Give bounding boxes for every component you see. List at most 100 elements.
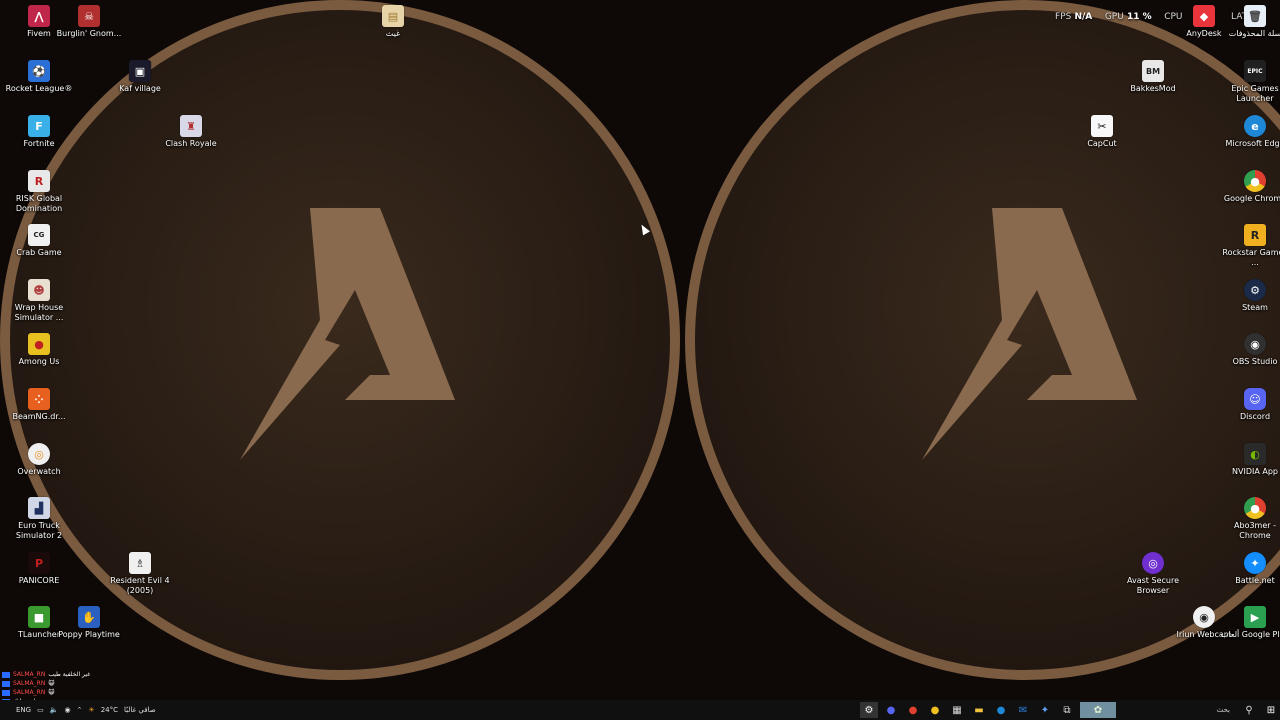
chat-message: 😺 <box>48 680 55 687</box>
panicore-icon: P <box>28 552 50 574</box>
chrome-icon: ● <box>1244 170 1266 192</box>
system-tray: ENG ▭ 🔈 ◉ ⌃ ☀ 24°C صافي غالبًا <box>0 700 156 720</box>
desktop-icon-discord[interactable]: ☺ Discord <box>1220 388 1280 422</box>
chat-username: SALMA_RN <box>13 680 46 687</box>
temperature[interactable]: 24°C <box>101 706 118 714</box>
fps-label: FPS <box>1055 12 1072 22</box>
fivem-icon: ⋀ <box>28 5 50 27</box>
desktop-icon-label: RISK Global Domination <box>15 194 63 213</box>
overwatch-icon: ◎ <box>28 443 50 465</box>
weather-status[interactable]: صافي غالبًا <box>124 706 156 714</box>
desktop-icon-label: Euro Truck Simulator 2 <box>15 521 63 540</box>
taskbar-edge-icon[interactable]: ● <box>992 702 1010 718</box>
risk-icon: R <box>28 170 50 192</box>
desktop-icon-label: Clash Royale <box>165 139 217 148</box>
desktop-icon-obs[interactable]: ◉ OBS Studio <box>1220 333 1280 367</box>
edge-icon: e <box>1244 115 1266 137</box>
record-icon[interactable]: ◉ <box>64 706 70 714</box>
desktop-icon-wrap-house[interactable]: ☻ Wrap House Simulator ... <box>4 279 74 323</box>
desktop-icon-euro-truck[interactable]: ▟ Euro Truck Simulator 2 <box>4 497 74 541</box>
desktop-icon-label: Abo3mer - Chrome <box>1234 521 1276 540</box>
language-indicator[interactable]: ENG <box>16 706 31 714</box>
desktop-icon-label: BeamNG.dr... <box>12 412 66 421</box>
taskbar-mail-icon[interactable]: ✉ <box>1014 702 1032 718</box>
desktop-icon-label: Crab Game <box>16 248 62 257</box>
desktop-wallpaper <box>0 0 1280 700</box>
taskbar-search-input[interactable]: بحث <box>1120 706 1236 714</box>
taskbar-explorer-icon[interactable]: ▬ <box>970 702 988 718</box>
recycle-bin-icon: 🗑 <box>1244 5 1266 27</box>
desktop-icon-nvidia[interactable]: ◐ NVIDIA App <box>1220 443 1280 477</box>
iriun-webcam-icon: ◉ <box>1193 606 1215 628</box>
battlenet-icon: ✦ <box>1244 552 1266 574</box>
network-icon[interactable]: ▭ <box>37 706 44 714</box>
desktop-icon-among-us[interactable]: ● Among Us <box>4 333 74 367</box>
desktop-icon-overwatch[interactable]: ◎ Overwatch <box>4 443 74 477</box>
desktop-icon-crab-game[interactable]: CG Crab Game <box>4 224 74 258</box>
desktop-icon-label: Resident Evil 4 (2005) <box>110 576 170 595</box>
desktop-icon-label: Google Chrome <box>1223 194 1280 203</box>
desktop-icon-battlenet[interactable]: ✦ Battle.net <box>1220 552 1280 586</box>
chat-username: SALMA_RN <box>13 689 46 696</box>
desktop-icon-label: Among Us <box>18 357 60 366</box>
desktop-icon-burglin[interactable]: ☠ Burglin' Gnom... <box>54 5 124 39</box>
taskbar-chrome-profile-icon[interactable]: ● <box>926 702 944 718</box>
desktop-icon-ghaith[interactable]: ▤ غيث <box>358 5 428 39</box>
perf-overlay: FPS N/A GPU 11 % CPU <box>1055 12 1183 22</box>
desktop-icon-label: BakkesMod <box>1130 84 1176 93</box>
desktop-icon-risk[interactable]: R RISK Global Domination <box>4 170 74 214</box>
nvidia-icon: ◐ <box>1244 443 1266 465</box>
taskbar-discord-icon[interactable]: ● <box>882 702 900 718</box>
desktop-icon-google-play[interactable]: ▶ ألعاب Google Play <box>1220 606 1280 640</box>
desktop-icon-anydesk[interactable]: ◆ AnyDesk <box>1169 5 1239 39</box>
taskbar-apps: ⚙ ● ● ● ▦ ▬ ● ✉ ✦ ⧉ ✿ بحث ⚲ ⊞ <box>860 700 1280 720</box>
desktop-icon-label: OBS Studio <box>1232 357 1278 366</box>
desktop-icon-steam[interactable]: ⚙ Steam <box>1220 279 1280 313</box>
desktop-icon-label: NVIDIA App <box>1232 467 1278 476</box>
desktop-icon-label: Kaf village <box>119 84 161 93</box>
gpu-value: 11 % <box>1126 12 1152 22</box>
google-play-icon: ▶ <box>1244 606 1266 628</box>
desktop-icon-label: Wrap House Simulator ... <box>14 303 64 322</box>
desktop-icon-beamng[interactable]: ⁘ BeamNG.dr... <box>4 388 74 422</box>
taskbar-copilot-icon[interactable]: ✦ <box>1036 702 1054 718</box>
desktop-icon-clash-royale[interactable]: ♜ Clash Royale <box>156 115 226 149</box>
desktop-icon-label: Avast Secure Browser <box>1127 576 1179 595</box>
desktop-icon-chrome[interactable]: ● Google Chrome <box>1220 170 1280 204</box>
start-windows-icon[interactable]: ⊞ <box>1262 702 1280 718</box>
chat-line: SALMA_RN غير الخلفية طيب <box>2 670 90 679</box>
chevron-up-icon[interactable]: ⌃ <box>77 706 83 714</box>
kaf-village-icon: ▣ <box>129 60 151 82</box>
anydesk-icon: ◆ <box>1193 5 1215 27</box>
taskbar-widgets-icon[interactable]: ✿ <box>1080 702 1116 718</box>
desktop-icon-abo3mer[interactable]: ● Abo3mer - Chrome <box>1220 497 1280 541</box>
desktop-icon-bakkesmod[interactable]: BM BakkesMod <box>1118 60 1188 94</box>
taskbar-task-view-icon[interactable]: ⧉ <box>1058 702 1076 718</box>
taskbar-settings-icon[interactable]: ⚙ <box>860 702 878 718</box>
desktop-icon-epic[interactable]: EPIC Epic Games Launcher <box>1220 60 1280 104</box>
chat-badge-icon <box>2 671 10 678</box>
desktop-icon-kaf-village[interactable]: ▣ Kaf village <box>105 60 175 94</box>
desktop-icon-panicore[interactable]: P PANICORE <box>4 552 74 586</box>
desktop-icon-poppy[interactable]: ✋ Poppy Playtime <box>54 606 124 640</box>
desktop-icon-rocket-league[interactable]: ⚽ Rocket League® <box>4 60 74 94</box>
volume-icon[interactable]: 🔈 <box>50 706 59 714</box>
search-icon[interactable]: ⚲ <box>1240 702 1258 718</box>
taskbar-chrome-icon[interactable]: ● <box>904 702 922 718</box>
desktop-icon-label: Battle.net <box>1235 576 1275 585</box>
chat-line: SALMA_RN 😺 <box>2 688 90 697</box>
taskbar-store-icon[interactable]: ▦ <box>948 702 966 718</box>
search-placeholder: بحث <box>1216 706 1230 714</box>
desktop-icon-rockstar[interactable]: R Rockstar Games ... <box>1220 224 1280 268</box>
epic-games-icon: EPIC <box>1244 60 1266 82</box>
desktop-icon-label: غيث <box>385 29 401 38</box>
desktop-icon-edge[interactable]: e Microsoft Edge <box>1220 115 1280 149</box>
desktop-icon-resident-evil[interactable]: ♗ Resident Evil 4 (2005) <box>105 552 175 596</box>
chat-username: SALMA_RN <box>13 671 46 678</box>
desktop-icon-avast[interactable]: ◎ Avast Secure Browser <box>1118 552 1188 596</box>
desktop-icon-label: Fivem <box>27 29 51 38</box>
weather-icon[interactable]: ☀ <box>88 706 94 714</box>
desktop-icon-fortnite[interactable]: F Fortnite <box>4 115 74 149</box>
desktop-icon-label: ألعاب Google Play <box>1220 630 1280 639</box>
desktop-icon-capcut[interactable]: ✂ CapCut <box>1067 115 1137 149</box>
